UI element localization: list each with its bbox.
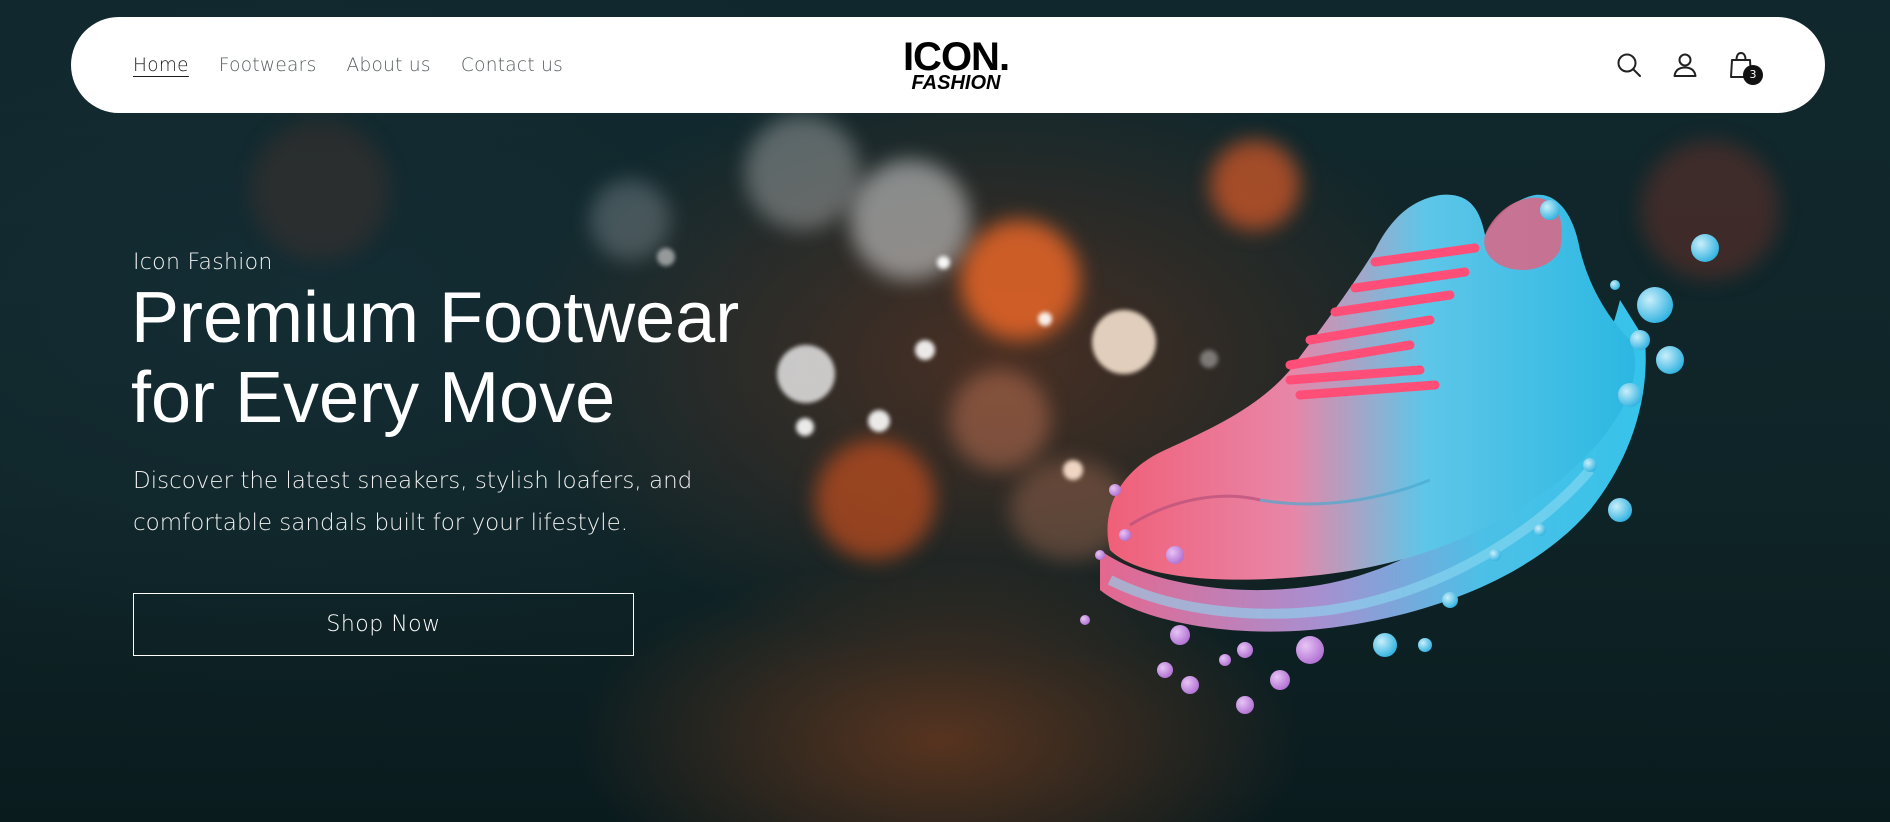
- bokeh-light: [915, 340, 935, 360]
- bokeh-light: [850, 160, 970, 280]
- hero-banner: Home Footwears About us Contact us ICON.…: [0, 0, 1890, 822]
- nav-link-about-us[interactable]: About us: [347, 55, 431, 76]
- bokeh-light: [250, 120, 390, 260]
- nav-link-contact-us[interactable]: Contact us: [461, 55, 563, 76]
- bokeh-light: [657, 248, 675, 266]
- shopping-bag-icon[interactable]: 3: [1727, 51, 1763, 85]
- brand-logo[interactable]: ICON. FASHION: [891, 37, 1021, 93]
- sneaker-image: [1080, 194, 1719, 714]
- hero-subtext-line1: Discover the latest sneakers, stylish lo…: [133, 468, 693, 494]
- hero-headline-line1: Premium Footwear: [131, 278, 740, 358]
- nav-link-home[interactable]: Home: [133, 55, 189, 76]
- user-icon[interactable]: [1671, 51, 1699, 79]
- brand-logo-line1: ICON.: [902, 35, 1010, 79]
- hero-subtext-line2: comfortable sandals built for your lifes…: [133, 510, 629, 536]
- bokeh-light: [937, 256, 950, 269]
- hero-eyebrow: Icon Fashion: [133, 250, 273, 275]
- hero-subtext: Discover the latest sneakers, stylish lo…: [133, 460, 773, 544]
- search-icon[interactable]: [1615, 51, 1643, 79]
- nav-link-footwears[interactable]: Footwears: [219, 55, 317, 76]
- site-header: Home Footwears About us Contact us ICON.…: [71, 17, 1825, 113]
- cart-count-badge: 3: [1743, 65, 1763, 85]
- hero-headline: Premium Footwear for Every Move: [131, 278, 891, 438]
- main-nav: Home Footwears About us Contact us: [133, 17, 563, 113]
- shop-now-button[interactable]: Shop Now: [133, 593, 634, 656]
- bokeh-light: [815, 440, 935, 560]
- header-actions: 3: [1615, 17, 1763, 113]
- hero-headline-line2: for Every Move: [131, 358, 616, 438]
- bokeh-light: [745, 115, 860, 230]
- bokeh-light: [590, 180, 670, 260]
